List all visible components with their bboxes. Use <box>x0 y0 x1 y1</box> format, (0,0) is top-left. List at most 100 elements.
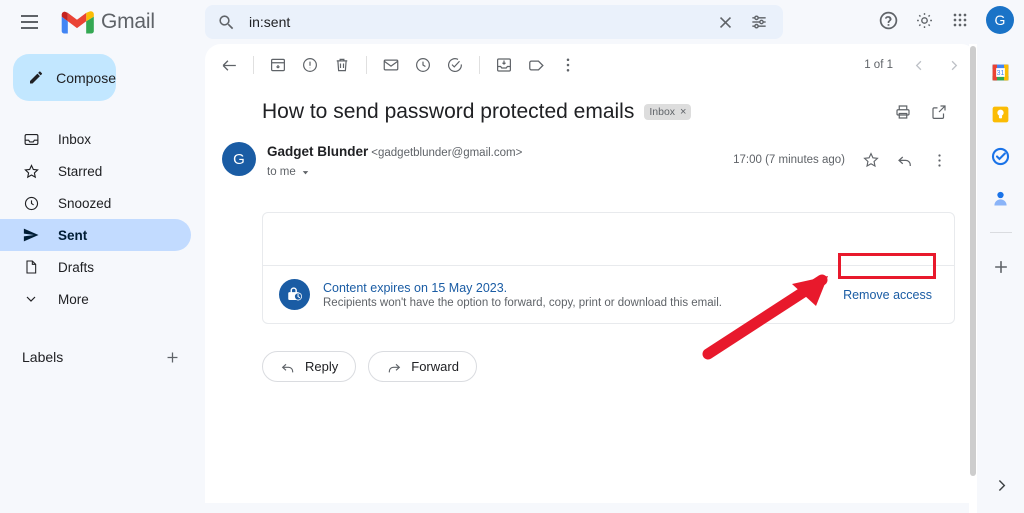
plus-icon[interactable] <box>989 255 1013 279</box>
move-to-inbox-icon[interactable] <box>488 49 520 81</box>
filter-options-icon[interactable] <box>743 6 775 38</box>
gmail-app: Gmail in:sent G Compose Inbox Starred Sn… <box>0 0 1024 513</box>
app-header: Gmail in:sent G <box>0 0 1024 44</box>
compose-label: Compose <box>56 69 116 86</box>
toolbar-divider <box>366 56 367 74</box>
archive-icon[interactable] <box>262 49 294 81</box>
reply-button[interactable]: Reply <box>262 351 357 382</box>
message-body <box>263 213 954 265</box>
document-icon <box>22 258 40 276</box>
reply-label: Reply <box>305 359 339 374</box>
sidebar-item-sent[interactable]: Sent <box>0 219 191 251</box>
subject-row: How to send password protected emails In… <box>205 86 977 128</box>
chevron-right-icon[interactable] <box>937 49 969 81</box>
lock-clock-icon <box>279 279 310 310</box>
search-icon[interactable] <box>209 5 243 39</box>
labels-icon[interactable] <box>520 49 552 81</box>
avatar[interactable]: G <box>986 6 1014 34</box>
timestamp: 17:00 (7 minutes ago) <box>733 154 845 166</box>
email-view: 1 of 1 How to send password protected em… <box>205 44 977 503</box>
tasks-icon[interactable] <box>989 144 1013 168</box>
sender-line: Gadget Blunder <gadgetblunder@gmail.com> <box>267 143 522 161</box>
close-icon[interactable] <box>709 6 741 38</box>
sidebar-label: Sent <box>58 227 88 243</box>
sidebar-item-drafts[interactable]: Drafts <box>0 251 191 283</box>
sidebar-label: More <box>58 291 89 307</box>
gmail-logo[interactable]: Gmail <box>60 9 155 35</box>
sidebar-item-inbox[interactable]: Inbox <box>0 123 191 155</box>
calendar-icon[interactable]: 31 <box>989 60 1013 84</box>
brand-label: Gmail <box>101 10 155 33</box>
print-icon[interactable] <box>887 96 919 128</box>
page-title: How to send password protected emails <box>262 100 635 123</box>
remove-access-button[interactable]: Remove access <box>835 284 940 306</box>
svg-text:31: 31 <box>997 70 1005 77</box>
sidebar-nav: Inbox Starred Snoozed Sent Drafts More <box>0 123 205 315</box>
sender-name: Gadget Blunder <box>267 144 369 159</box>
sender-row: G Gadget Blunder <gadgetblunder@gmail.com… <box>205 128 977 178</box>
add-to-tasks-icon[interactable] <box>439 49 471 81</box>
message-card: Content expires on 15 May 2023. Recipien… <box>262 212 955 324</box>
toolbar-divider <box>479 56 480 74</box>
expiry-title: Content expires on 15 May 2023. <box>323 280 508 295</box>
sidebar-item-more[interactable]: More <box>0 283 191 315</box>
side-panel: 31 <box>977 44 1024 513</box>
sidebar-item-snoozed[interactable]: Snoozed <box>0 187 191 219</box>
sidebar-label: Drafts <box>58 259 95 275</box>
subject-actions <box>887 96 955 128</box>
confidential-mode-banner: Content expires on 15 May 2023. Recipien… <box>263 265 954 323</box>
sidebar-label: Inbox <box>58 131 92 147</box>
clock-icon <box>22 194 40 212</box>
pencil-icon <box>30 71 43 84</box>
label-chip-text: Inbox <box>649 106 676 118</box>
confidential-text: Content expires on 15 May 2023. Recipien… <box>323 281 722 309</box>
forward-label: Forward <box>411 359 459 374</box>
star-icon <box>22 162 40 180</box>
sidebar-item-starred[interactable]: Starred <box>0 155 191 187</box>
toolbar-divider <box>253 56 254 74</box>
chevron-down-icon <box>22 290 40 308</box>
page-count: 1 of 1 <box>864 59 893 71</box>
caret-down-icon <box>302 170 309 174</box>
reply-icon[interactable] <box>889 144 921 176</box>
sender-info: Gadget Blunder <gadgetblunder@gmail.com> … <box>267 142 522 178</box>
report-spam-icon[interactable] <box>294 49 326 81</box>
close-icon[interactable]: × <box>680 106 686 118</box>
compose-button[interactable]: Compose <box>13 54 116 101</box>
labels-title: Labels <box>22 349 64 365</box>
expand-panel-chevron-right-icon[interactable] <box>993 477 1010 499</box>
gear-icon[interactable] <box>908 4 940 36</box>
expiry-subtitle: Recipients won't have the option to forw… <box>323 296 722 309</box>
label-chip-inbox[interactable]: Inbox × <box>644 104 692 120</box>
header-actions: G <box>872 4 1014 36</box>
pagination: 1 of 1 <box>864 49 969 81</box>
keep-icon[interactable] <box>989 102 1013 126</box>
sidebar: Compose Inbox Starred Snoozed Sent Draft… <box>0 44 205 513</box>
apps-grid-icon[interactable] <box>944 4 976 36</box>
contacts-icon[interactable] <box>989 186 1013 210</box>
back-arrow-icon[interactable] <box>213 49 245 81</box>
open-in-new-icon[interactable] <box>923 96 955 128</box>
reply-arrow-icon <box>281 363 294 372</box>
recipient-toggle[interactable]: to me <box>267 166 522 178</box>
snooze-icon[interactable] <box>407 49 439 81</box>
sender-email: <gadgetblunder@gmail.com> <box>371 147 523 159</box>
message-meta: 17:00 (7 minutes ago) <box>733 142 955 176</box>
search-bar[interactable] <box>205 5 783 39</box>
star-outline-icon[interactable] <box>855 144 887 176</box>
mark-unread-icon[interactable] <box>375 49 407 81</box>
forward-button[interactable]: Forward <box>368 351 477 382</box>
plus-icon[interactable] <box>161 346 183 368</box>
more-options-icon[interactable] <box>552 49 584 81</box>
gmail-m-icon <box>61 11 94 34</box>
help-icon[interactable] <box>872 4 904 36</box>
sender-avatar[interactable]: G <box>222 142 256 176</box>
delete-icon[interactable] <box>326 49 358 81</box>
chevron-left-icon[interactable] <box>903 49 935 81</box>
search-input[interactable] <box>243 14 709 30</box>
hamburger-icon[interactable] <box>12 5 46 39</box>
more-vertical-icon[interactable] <box>923 144 955 176</box>
scrollbar-thumb[interactable] <box>970 46 976 476</box>
forward-arrow-icon <box>389 363 401 372</box>
email-toolbar: 1 of 1 <box>205 44 977 86</box>
